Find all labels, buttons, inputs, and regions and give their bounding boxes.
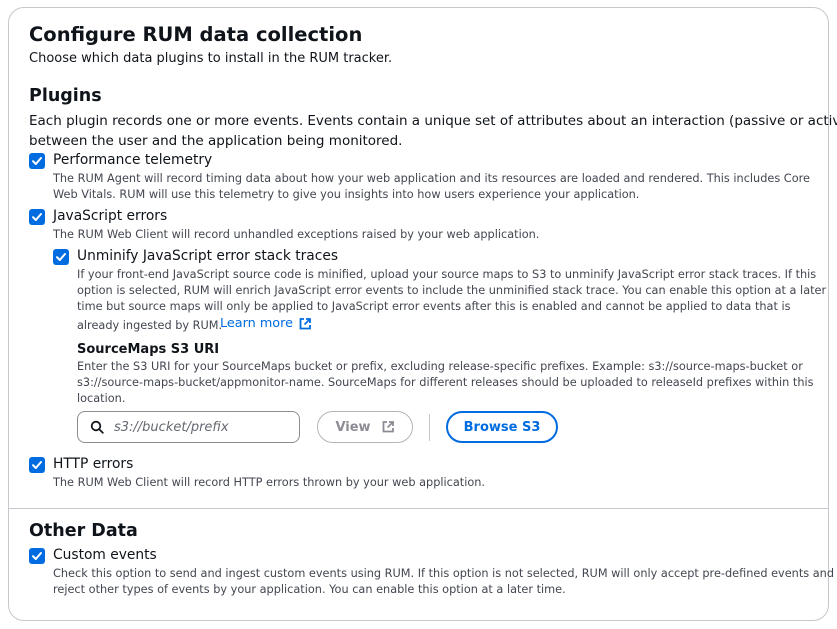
sourcemaps-desc-line3: location. <box>77 392 126 405</box>
sourcemaps-label: SourceMaps S3 URI <box>77 342 220 357</box>
http-errors-label[interactable]: HTTP errors <box>53 456 133 472</box>
check-icon <box>56 253 66 261</box>
plugins-intro-line1: Each plugin records one or more events. … <box>29 113 837 129</box>
plugins-intro-line2: between the user and the application bei… <box>29 133 403 149</box>
view-button-label: View <box>335 419 371 435</box>
learn-more-link[interactable]: Learn more <box>220 316 312 331</box>
javascript-errors-label[interactable]: JavaScript errors <box>53 208 167 224</box>
unminify-label[interactable]: Unminify JavaScript error stack traces <box>77 248 338 264</box>
plugins-heading: Plugins <box>29 86 102 106</box>
check-icon <box>32 213 42 221</box>
http-errors-checkbox[interactable] <box>29 457 45 473</box>
custom-events-checkbox[interactable] <box>29 548 45 564</box>
unminify-desc-line1: If your front-end JavaScript source code… <box>77 268 817 281</box>
learn-more-label[interactable]: Learn more <box>220 316 293 331</box>
section-divider <box>9 508 828 509</box>
http-errors-desc: The RUM Web Client will record HTTP erro… <box>53 476 486 489</box>
external-link-icon <box>299 317 311 329</box>
sourcemaps-s3-uri-field[interactable] <box>77 411 300 443</box>
button-divider <box>429 414 430 441</box>
search-icon <box>90 420 104 434</box>
custom-events-desc-line2: reject other types of events by your app… <box>53 583 566 596</box>
custom-events-label[interactable]: Custom events <box>53 547 157 563</box>
unminify-checkbox[interactable] <box>53 249 69 265</box>
view-button[interactable]: View <box>317 411 413 443</box>
browse-s3-button[interactable]: Browse S3 <box>446 411 558 443</box>
javascript-errors-desc: The RUM Web Client will record unhandled… <box>53 228 540 241</box>
sourcemaps-desc-line1: Enter the S3 URI for your SourceMaps buc… <box>77 360 803 373</box>
performance-telemetry-label[interactable]: Performance telemetry <box>53 152 212 168</box>
unminify-desc-line3: time but source maps will only be applie… <box>77 300 791 313</box>
check-icon <box>32 552 42 560</box>
check-icon <box>32 461 42 469</box>
performance-telemetry-checkbox[interactable] <box>29 153 45 169</box>
performance-telemetry-desc-line1: The RUM Agent will record timing data ab… <box>53 172 810 185</box>
external-link-icon <box>382 421 394 433</box>
unminify-desc-line4: already ingested by RUM. <box>77 319 223 332</box>
unminify-desc-line2: option is selected, RUM will enrich Java… <box>77 284 827 297</box>
performance-telemetry-desc-line2: Web Vitals. RUM will use this telemetry … <box>53 188 640 201</box>
other-data-heading: Other Data <box>29 521 138 541</box>
page-subtitle: Choose which data plugins to install in … <box>29 51 393 66</box>
sourcemaps-desc-line2: s3://source-maps-bucket/appmonitor-name.… <box>77 376 814 389</box>
browse-s3-button-label: Browse S3 <box>463 419 541 435</box>
check-icon <box>32 157 42 165</box>
custom-events-desc-line1: Check this option to send and ingest cus… <box>53 567 834 580</box>
sourcemaps-s3-uri-input[interactable] <box>112 418 282 436</box>
javascript-errors-checkbox[interactable] <box>29 209 45 225</box>
page-title: Configure RUM data collection <box>29 23 363 46</box>
